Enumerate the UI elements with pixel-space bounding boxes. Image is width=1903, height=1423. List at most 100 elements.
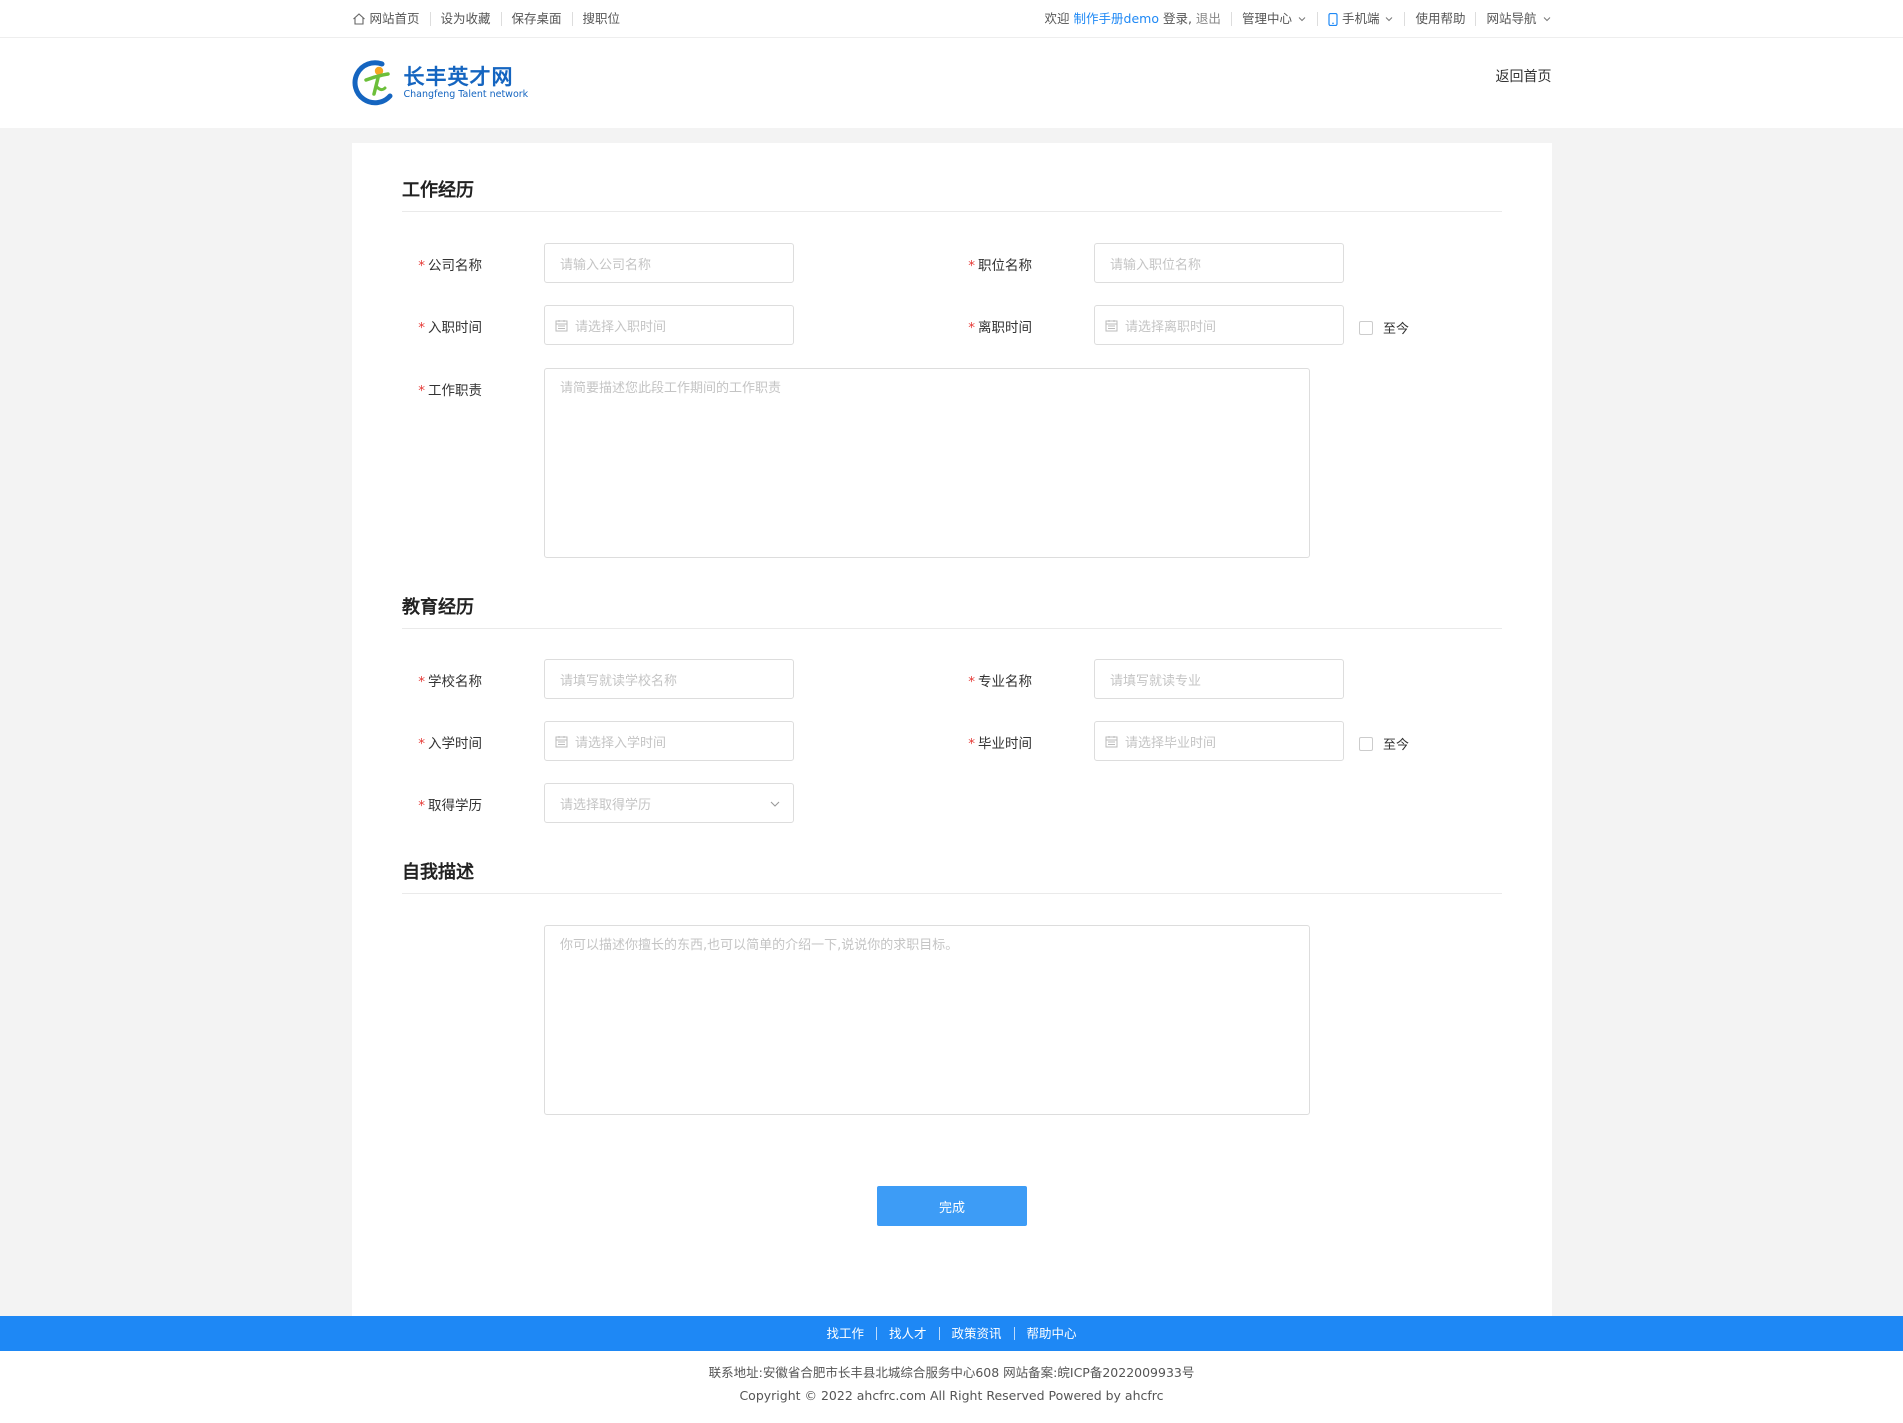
favorite-link[interactable]: 设为收藏 [429, 12, 501, 26]
self-section-divider [402, 893, 1502, 894]
top-bar: 网站首页 设为收藏 保存桌面 搜职位 欢迎 制作手册demo 登录, 退出 管理… [0, 0, 1903, 38]
work-until-now-label: 至今 [1383, 322, 1410, 337]
work-start-label: * 入职时间 [392, 316, 482, 336]
edu-start-label-text: 入学时间 [428, 736, 482, 752]
calendar-icon [1105, 735, 1118, 747]
checkbox-box[interactable] [1359, 320, 1373, 335]
work-start-label-text: 入职时间 [428, 320, 482, 336]
edu-until-now-checkbox[interactable]: 至今 [1359, 734, 1409, 753]
footer-info: 联系地址:安徽省合肥市长丰县北城综合服务中心608 网站备案:皖ICP备2022… [0, 1351, 1903, 1423]
required-mark: * [418, 258, 425, 274]
degree-placeholder: 请选择取得学历 [560, 797, 652, 813]
work-start-placeholder: 请选择入职时间 [575, 319, 667, 335]
site-header: 长丰英才网 Changfeng Talent network 返回首页 [0, 38, 1903, 128]
logo-subtitle: Changfeng Talent network [403, 88, 529, 100]
self-section-title: 自我描述 [402, 862, 474, 883]
company-label: * 公司名称 [392, 254, 482, 274]
degree-select[interactable]: 请选择取得学历 [544, 783, 794, 823]
chevron-down-icon [1298, 17, 1306, 22]
topbar-right-links: 欢迎 制作手册demo 登录, 退出 管理中心 手机端 使用帮助 网站导航 [1035, 0, 1552, 38]
required-mark: * [418, 383, 425, 399]
company-input[interactable]: 请输入公司名称 [544, 243, 794, 283]
required-mark: * [968, 674, 975, 690]
welcome-text: 欢迎 制作手册demo 登录, 退出 [1035, 12, 1231, 26]
login-suffix: 登录, [1162, 11, 1192, 26]
work-start-date-input[interactable]: 请选择入职时间 [544, 305, 794, 345]
work-section-divider [402, 211, 1502, 212]
manage-center-menu[interactable]: 管理中心 [1230, 11, 1317, 26]
required-mark: * [418, 736, 425, 752]
welcome-prefix: 欢迎 [1044, 11, 1070, 26]
required-mark: * [418, 320, 425, 336]
required-mark: * [968, 258, 975, 274]
edu-end-placeholder: 请选择毕业时间 [1125, 735, 1217, 751]
position-input[interactable]: 请输入职位名称 [1094, 243, 1344, 283]
required-mark: * [418, 798, 425, 814]
work-until-now-checkbox[interactable]: 至今 [1359, 318, 1409, 337]
edu-section-title: 教育经历 [402, 597, 474, 618]
logout-link[interactable]: 退出 [1196, 12, 1221, 26]
position-label-text: 职位名称 [978, 258, 1032, 274]
site-nav-menu[interactable]: 网站导航 [1475, 12, 1551, 26]
mobile-label: 手机端 [1341, 11, 1380, 26]
search-jobs-link[interactable]: 搜职位 [571, 12, 631, 26]
work-section-title: 工作经历 [402, 180, 474, 201]
topbar-left-links: 网站首页 设为收藏 保存桌面 搜职位 [352, 0, 631, 38]
duty-textarea[interactable]: 请简要描述您此段工作期间的工作职责 [544, 368, 1310, 558]
duty-label-text: 工作职责 [428, 383, 482, 399]
major-label-text: 专业名称 [978, 674, 1032, 690]
footer-address: 联系地址:安徽省合肥市长丰县北城综合服务中心608 网站备案:皖ICP备2022… [708, 1365, 1195, 1380]
mobile-menu[interactable]: 手机端 [1316, 11, 1405, 26]
chevron-down-icon [1543, 17, 1550, 22]
footer-link-help-center[interactable]: 帮助中心 [1013, 1327, 1089, 1340]
edu-end-date-input[interactable]: 请选择毕业时间 [1094, 721, 1344, 761]
save-desktop-link[interactable]: 保存桌面 [500, 12, 572, 26]
logo-title: 长丰英才网 [403, 64, 514, 89]
home-link[interactable]: 网站首页 [352, 12, 430, 26]
major-input[interactable]: 请填写就读专业 [1094, 659, 1344, 699]
edu-end-label-text: 毕业时间 [978, 736, 1032, 752]
work-end-label-text: 离职时间 [978, 320, 1032, 336]
complete-button[interactable]: 完成 [877, 1186, 1027, 1226]
edu-start-date-input[interactable]: 请选择入学时间 [544, 721, 794, 761]
duty-label: * 工作职责 [392, 379, 482, 399]
school-input[interactable]: 请填写就读学校名称 [544, 659, 794, 699]
work-end-date-input[interactable]: 请选择离职时间 [1094, 305, 1344, 345]
calendar-icon [555, 319, 568, 331]
site-nav-label: 网站导航 [1486, 11, 1537, 26]
checkbox-box[interactable] [1359, 736, 1373, 751]
help-link[interactable]: 使用帮助 [1404, 12, 1475, 26]
manage-center-label: 管理中心 [1241, 11, 1292, 26]
edu-section-divider [402, 628, 1502, 629]
footer-copyright: Copyright © 2022 ahcfrc.com All Right Re… [739, 1388, 1164, 1403]
back-home-link[interactable]: 返回首页 [1496, 66, 1552, 86]
footer-nav: 找工作 找人才 政策资讯 帮助中心 [0, 1316, 1903, 1351]
chevron-down-icon [1386, 17, 1393, 22]
site-logo[interactable]: 长丰英才网 Changfeng Talent network [352, 58, 529, 106]
home-link-label: 网站首页 [369, 11, 420, 26]
chevron-down-icon [770, 801, 780, 807]
school-label: * 学校名称 [392, 670, 482, 690]
required-mark: * [968, 320, 975, 336]
school-label-text: 学校名称 [428, 674, 482, 690]
phone-icon [1328, 12, 1338, 26]
resume-form-card: 工作经历 * 公司名称 请输入公司名称 * 职位名称 请输入职位名称 * 入职时间 请… [352, 143, 1552, 1316]
self-description-textarea[interactable]: 你可以描述你擅长的东西,也可以简单的介绍一下,说说你的求职目标。 [544, 925, 1310, 1115]
username-link[interactable]: 制作手册demo [1074, 12, 1159, 26]
logo-mark-icon [352, 60, 392, 106]
required-mark: * [418, 674, 425, 690]
edu-start-placeholder: 请选择入学时间 [575, 735, 667, 751]
calendar-icon [555, 735, 568, 747]
company-label-text: 公司名称 [428, 258, 482, 274]
position-label: * 职位名称 [942, 254, 1032, 274]
major-label: * 专业名称 [942, 670, 1032, 690]
footer-link-find-talent[interactable]: 找人才 [875, 1327, 939, 1340]
edu-until-now-label: 至今 [1383, 738, 1410, 753]
degree-label-text: 取得学历 [428, 798, 482, 814]
footer-link-find-job[interactable]: 找工作 [814, 1327, 876, 1340]
work-end-label: * 离职时间 [942, 316, 1032, 336]
required-mark: * [968, 736, 975, 752]
edu-start-label: * 入学时间 [392, 732, 482, 752]
footer-link-policy-news[interactable]: 政策资讯 [938, 1327, 1014, 1340]
degree-label: * 取得学历 [392, 794, 482, 814]
